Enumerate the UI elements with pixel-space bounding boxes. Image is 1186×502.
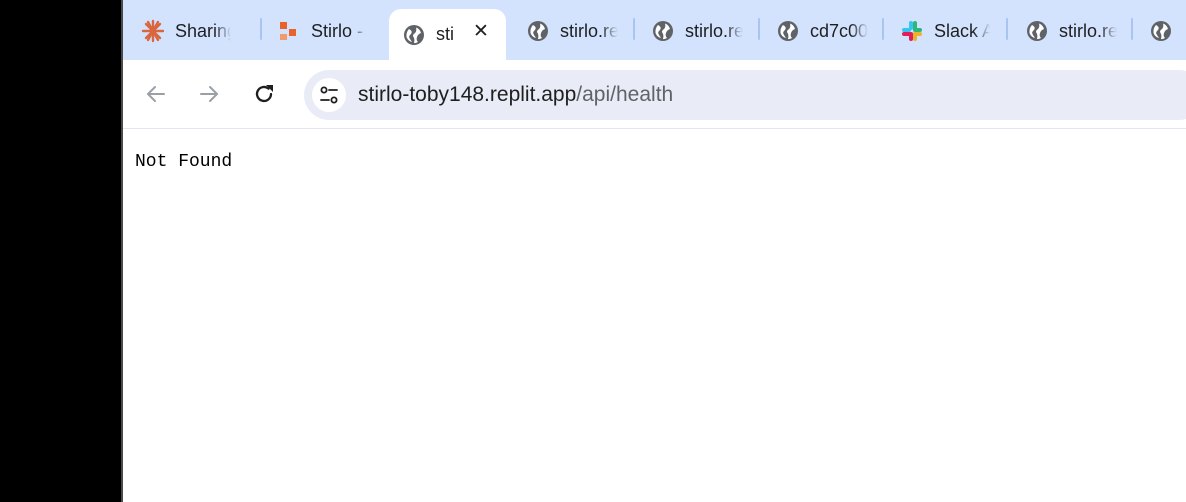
tab-separator <box>1131 18 1133 40</box>
tab-slack[interactable]: Slack A <box>900 9 1006 53</box>
forward-button[interactable] <box>193 78 225 110</box>
tab-stirlo-re-1[interactable]: stirlo.re <box>526 9 632 53</box>
tab-title: cd7c00 <box>810 20 868 41</box>
tab-stirlo-re-3[interactable]: stirlo.re <box>1025 9 1131 53</box>
tab-strip: Sharing Stirlo - sti ✕ stirlo.re stirlo.… <box>123 0 1186 60</box>
close-tab-icon[interactable]: ✕ <box>470 20 492 42</box>
response-text: Not Found <box>135 152 233 172</box>
page-content: Not Found <box>123 130 1186 502</box>
tab-separator <box>1006 18 1008 40</box>
browser-toolbar: stirlo-toby148.replit.app/api/health <box>123 60 1186 129</box>
reload-button[interactable] <box>248 78 280 110</box>
tab-stirlo[interactable]: Stirlo - <box>277 9 383 53</box>
url-path: /api/health <box>576 83 674 106</box>
globe-icon <box>776 19 800 43</box>
browser-window: Sharing Stirlo - sti ✕ stirlo.re stirlo.… <box>123 0 1186 502</box>
back-button[interactable] <box>140 78 172 110</box>
tab-sharing[interactable]: Sharing <box>141 9 265 53</box>
tab-title: stirlo.re <box>560 20 618 41</box>
arrow-right-icon <box>200 86 218 102</box>
tune-icon <box>320 86 338 104</box>
globe-icon <box>1149 19 1173 43</box>
globe-icon <box>1025 19 1049 43</box>
tab-title: Stirlo - <box>311 20 364 41</box>
globe-icon <box>526 19 550 43</box>
asterisk-icon <box>141 19 165 43</box>
tab-title: stirlo.re <box>1059 20 1117 41</box>
tab-cd7c00[interactable]: cd7c00 <box>776 9 882 53</box>
tab-stirlo-re-2[interactable]: stirlo.re <box>651 9 757 53</box>
tab-title: stirlo.re <box>685 20 743 41</box>
url-text[interactable]: stirlo-toby148.replit.app/api/health <box>358 83 673 107</box>
site-info-button[interactable] <box>312 78 346 112</box>
stirlo-logo-icon <box>277 19 301 43</box>
tab-title: sti <box>436 24 454 44</box>
desktop-background <box>0 0 121 502</box>
address-bar[interactable]: stirlo-toby148.replit.app/api/health <box>304 70 1186 120</box>
url-host: stirlo-toby148.replit.app <box>358 83 577 106</box>
tab-separator <box>758 18 760 40</box>
tab-separator <box>633 18 635 40</box>
tab-title: Sharing <box>175 20 231 41</box>
tab-title: Slack A <box>934 20 990 41</box>
arrow-left-icon <box>147 86 165 102</box>
tab-separator <box>882 18 884 40</box>
globe-icon <box>402 23 426 47</box>
tab-separator <box>260 18 262 40</box>
reload-icon <box>255 85 273 103</box>
tab-partial[interactable] <box>1149 9 1186 53</box>
globe-icon <box>651 19 675 43</box>
slack-icon <box>900 19 924 43</box>
